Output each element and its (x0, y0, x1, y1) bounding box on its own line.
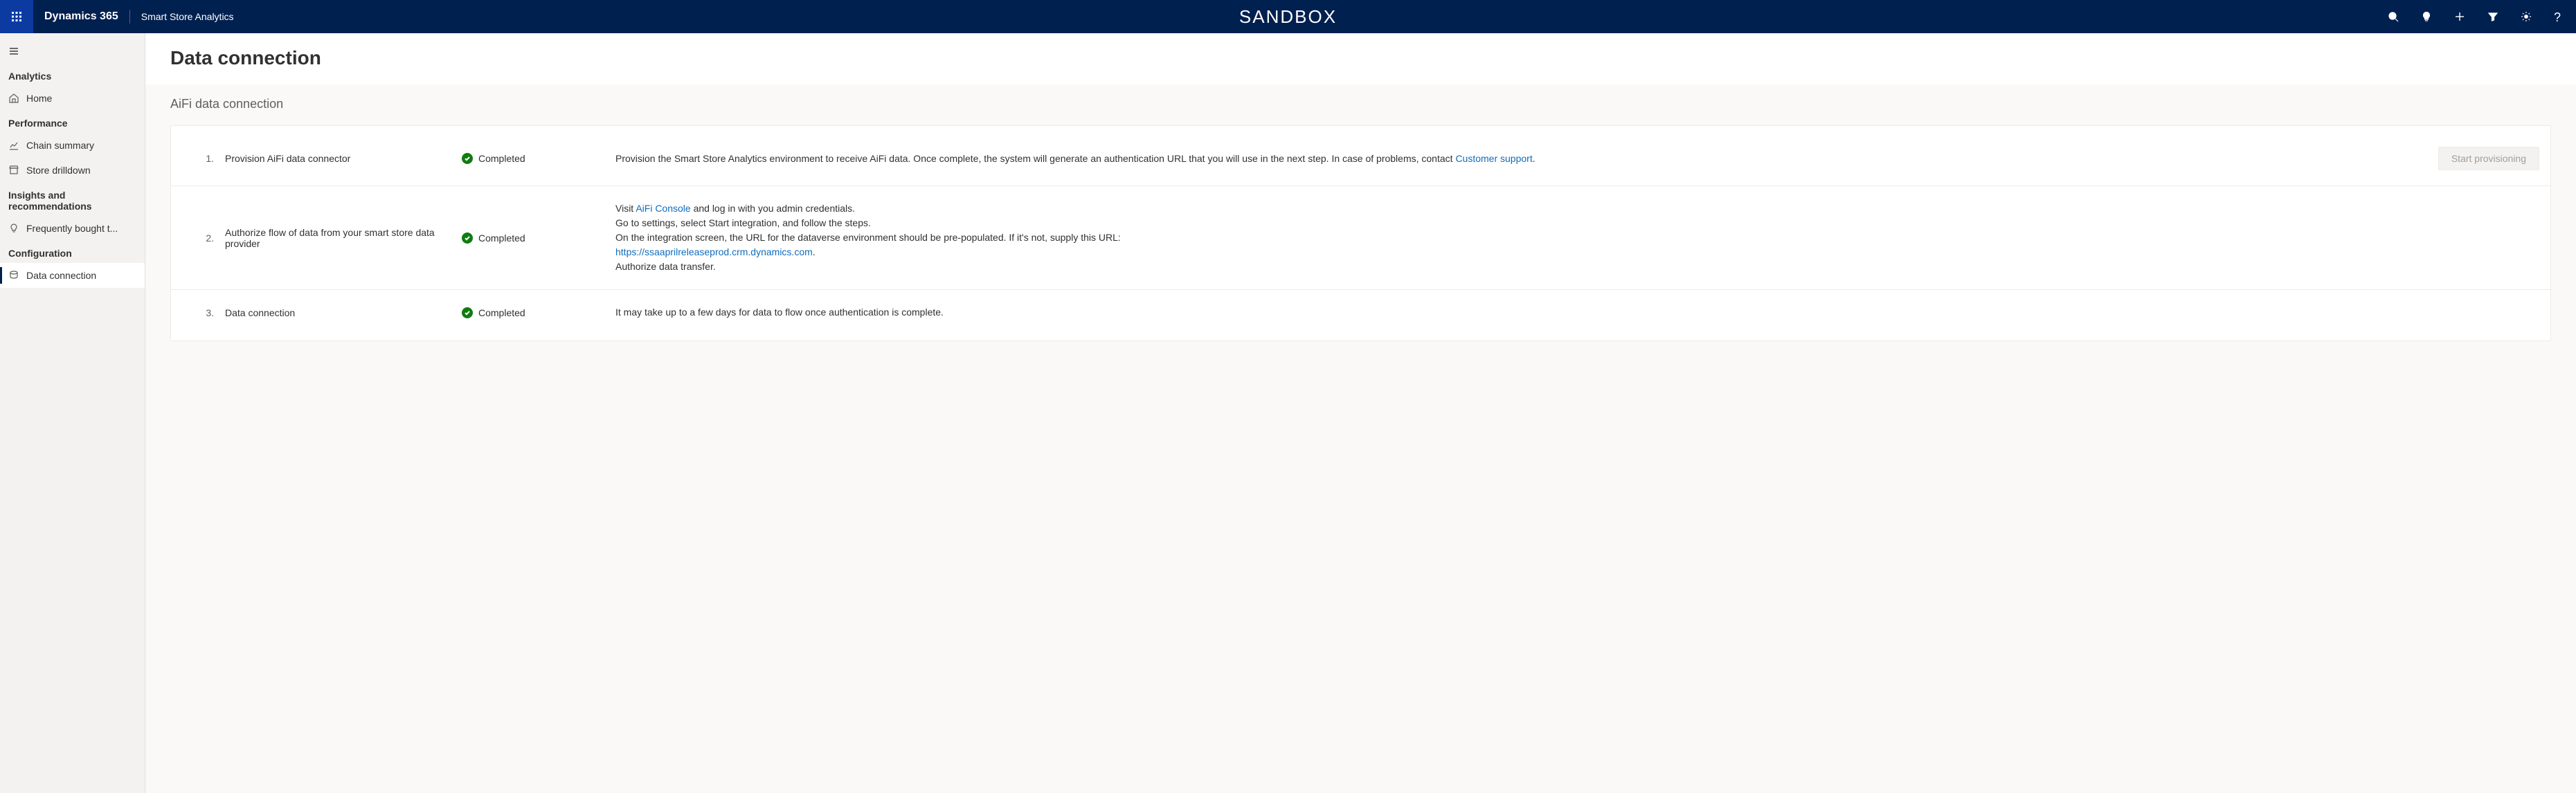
step-number: 2. (182, 233, 217, 244)
step-description: It may take up to a few days for data to… (615, 305, 2393, 320)
nav-group-analytics: Analytics (0, 64, 145, 86)
data-connection-icon (8, 270, 19, 281)
gear-icon (2521, 11, 2532, 22)
waffle-icon (11, 11, 22, 22)
steps-card: 1. Provision AiFi data connector Complet… (170, 125, 2551, 341)
nav-group-performance: Performance (0, 111, 145, 133)
step-description: Visit AiFi Console and log in with you a… (615, 201, 2393, 274)
step-status: Completed (462, 153, 607, 164)
chart-line-icon (8, 140, 19, 151)
step-number: 1. (182, 153, 217, 164)
store-icon (8, 165, 19, 176)
help-icon: ? (2554, 11, 2565, 22)
plus-icon (2454, 11, 2465, 22)
sidebar-item-data-connection[interactable]: Data connection (0, 263, 145, 288)
step-title: Data connection (225, 307, 453, 318)
filter-button[interactable] (2476, 0, 2510, 33)
app-name-label[interactable]: Smart Store Analytics (130, 0, 245, 33)
nav-group-insights: Insights and recommendations (0, 183, 145, 216)
environment-label: SANDBOX (0, 6, 2576, 28)
global-header: Dynamics 365 Smart Store Analytics SANDB… (0, 0, 2576, 33)
step-status-label: Completed (478, 153, 525, 164)
filter-icon (2487, 11, 2498, 22)
step-row: 1. Provision AiFi data connector Complet… (171, 131, 2550, 185)
section-title: AiFi data connection (145, 84, 2576, 118)
sidebar-item-store-drilldown[interactable]: Store drilldown (0, 158, 145, 183)
step-status-label: Completed (478, 307, 525, 318)
brand-label[interactable]: Dynamics 365 (33, 0, 129, 33)
add-button[interactable] (2443, 0, 2476, 33)
step-description: Provision the Smart Store Analytics envi… (615, 152, 2393, 166)
help-button[interactable]: ? (2543, 0, 2576, 33)
insights-button[interactable] (2410, 0, 2443, 33)
sidebar-toggle-button[interactable] (0, 39, 145, 64)
search-button[interactable] (2377, 0, 2410, 33)
sidebar-item-chain-summary[interactable]: Chain summary (0, 133, 145, 158)
start-provisioning-button: Start provisioning (2438, 147, 2539, 170)
app-launcher-button[interactable] (0, 0, 33, 33)
step-title: Provision AiFi data connector (225, 153, 453, 164)
sidebar-item-label: Home (26, 93, 52, 104)
page-header: Data connection (145, 33, 2576, 84)
step-status: Completed (462, 233, 607, 244)
search-icon (2388, 11, 2399, 22)
checkmark-icon (462, 153, 473, 164)
settings-button[interactable] (2510, 0, 2543, 33)
aifi-console-link[interactable]: AiFi Console (636, 203, 690, 214)
checkmark-icon (462, 233, 473, 244)
sidebar-item-label: Frequently bought t... (26, 223, 118, 234)
sidebar-item-home[interactable]: Home (0, 86, 145, 111)
step-number: 3. (182, 307, 217, 318)
page-title: Data connection (170, 47, 2551, 69)
sidebar: Analytics Home Performance Chain summary… (0, 33, 145, 793)
dataverse-url-link[interactable]: https://ssaaprilreleaseprod.crm.dynamics… (615, 246, 813, 257)
lightbulb-icon (8, 223, 19, 234)
main-content: Data connection AiFi data connection 1. … (145, 33, 2576, 793)
header-actions: ? (2377, 0, 2576, 33)
sidebar-item-label: Store drilldown (26, 165, 91, 176)
checkmark-icon (462, 307, 473, 318)
step-action: Start provisioning (2401, 147, 2539, 170)
lightbulb-icon (2421, 11, 2432, 22)
step-status: Completed (462, 307, 607, 318)
step-row: 3. Data connection Completed It may take… (171, 289, 2550, 335)
step-row: 2. Authorize flow of data from your smar… (171, 185, 2550, 289)
sidebar-item-label: Data connection (26, 270, 96, 281)
step-status-label: Completed (478, 233, 525, 244)
nav-group-configuration: Configuration (0, 241, 145, 263)
home-icon (8, 93, 19, 104)
step-title: Authorize flow of data from your smart s… (225, 227, 453, 249)
customer-support-link[interactable]: Customer support (1455, 153, 1532, 164)
hamburger-icon (8, 46, 19, 57)
sidebar-item-frequently-bought[interactable]: Frequently bought t... (0, 216, 145, 241)
sidebar-item-label: Chain summary (26, 140, 94, 151)
